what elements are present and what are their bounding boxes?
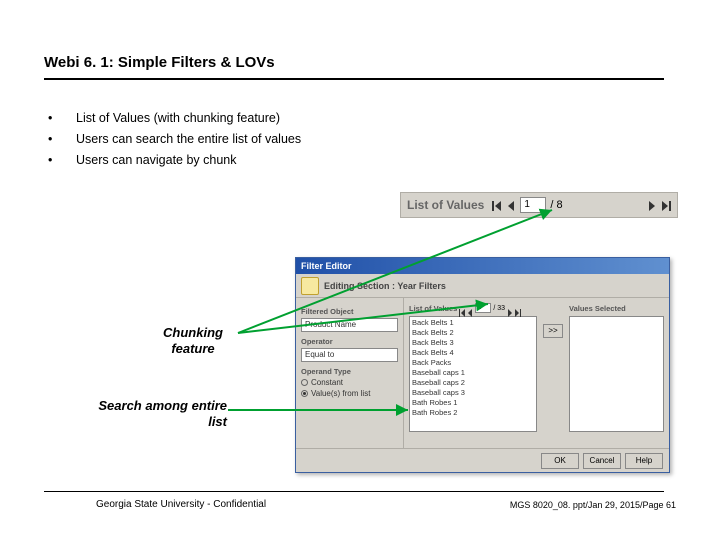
- arrow-search-to-dialog: [0, 0, 720, 540]
- footer-right: MGS 8020_08. ppt/Jan 29, 2015/Page 61: [510, 500, 676, 510]
- footer-rule: [44, 491, 664, 492]
- footer-left: Georgia State University - Confidential: [96, 499, 266, 510]
